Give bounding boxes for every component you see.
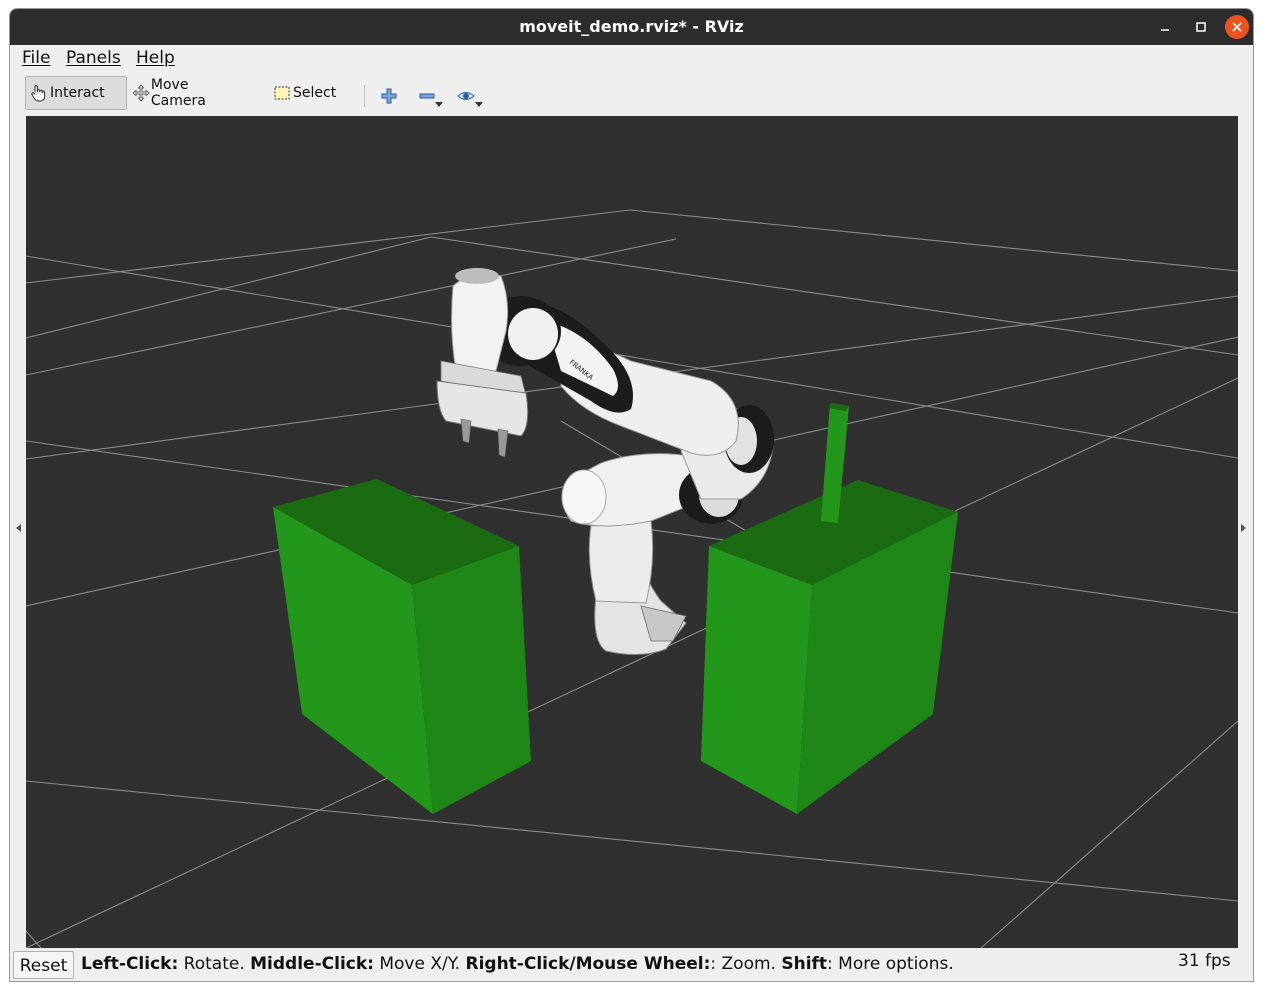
scene-canvas: FRANKA [26,116,1238,948]
title-bar[interactable]: moveit_demo.rviz* - RViz [10,9,1253,45]
menu-bar: File Panels Help [10,45,1253,73]
eye-icon[interactable] [455,85,477,107]
reset-button[interactable]: Reset [13,951,74,979]
hint-text: Rotate. [178,954,251,974]
hint-text: : More options. [827,954,954,974]
select-label: Select [293,85,337,101]
move-camera-icon [132,84,149,102]
add-tool-icon[interactable] [378,85,400,107]
status-bar: Reset Left-Click: Rotate. Middle-Click: … [10,949,1253,981]
hint-text: : Zoom. [710,954,782,974]
menu-file[interactable]: File [22,48,50,68]
interact-label: Interact [50,85,105,101]
hand-pointer-icon [31,85,46,102]
collapse-left-panel-arrow-icon[interactable] [16,524,21,532]
hint-key: Left-Click: [81,954,179,974]
menu-help[interactable]: Help [136,48,175,68]
window-title: moveit_demo.rviz* - RViz [519,17,744,36]
close-button[interactable] [1225,15,1249,39]
hint-key: Middle-Click: [250,954,374,974]
navigation-hint: Left-Click: Rotate. Middle-Click: Move X… [81,954,954,974]
select-tool-button[interactable]: Select [269,76,349,110]
remove-tool-dropdown-icon[interactable] [435,102,443,107]
select-icon [274,86,290,100]
collapse-right-panel-arrow-icon[interactable] [1241,524,1246,532]
hint-key: Right-Click/Mouse Wheel: [465,954,711,974]
fps-counter: 31 fps [1178,951,1231,971]
interact-tool-button[interactable]: Interact [25,76,127,110]
menu-panels[interactable]: Panels [66,48,121,68]
toolbar-separator [364,85,365,107]
minimize-icon [1161,29,1169,31]
maximize-button[interactable] [1189,15,1213,39]
view-dropdown-icon[interactable] [475,102,483,107]
rviz-window: moveit_demo.rviz* - RViz File Panels Hel… [9,8,1254,982]
minimize-button[interactable] [1153,15,1177,39]
toolbar: Interact Move Camera Select [10,73,1253,115]
close-icon [1232,22,1242,32]
hint-key: Shift [781,954,828,974]
move-camera-tool-button[interactable]: Move Camera [128,76,246,110]
maximize-icon [1196,22,1206,32]
move-camera-label: Move Camera [150,77,206,109]
hint-text: Move X/Y. [373,954,466,974]
3d-render-viewport[interactable]: FRANKA [26,116,1238,948]
